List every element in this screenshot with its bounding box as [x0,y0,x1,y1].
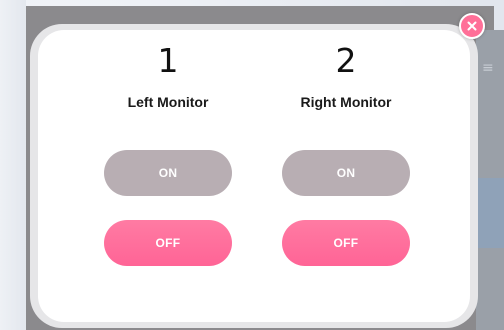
monitor-number: 2 [335,41,357,80]
close-icon [467,21,477,31]
left-monitor-on-button[interactable]: ON [104,150,232,196]
desktop-edge [0,0,26,330]
left-monitor-column: 1 Left Monitor ON OFF [93,42,243,272]
background-window-edge: ≡ [476,30,504,330]
close-button[interactable] [459,13,485,39]
monitor-number: 1 [157,41,179,80]
monitor-name: Right Monitor [300,94,392,110]
menu-icon: ≡ [482,60,494,76]
right-monitor-column: 2 Right Monitor ON OFF [271,42,421,272]
monitor-name: Left Monitor [127,94,209,110]
right-monitor-off-button[interactable]: OFF [282,220,410,266]
right-monitor-on-button[interactable]: ON [282,150,410,196]
left-monitor-off-button[interactable]: OFF [104,220,232,266]
background-panel [476,178,504,248]
